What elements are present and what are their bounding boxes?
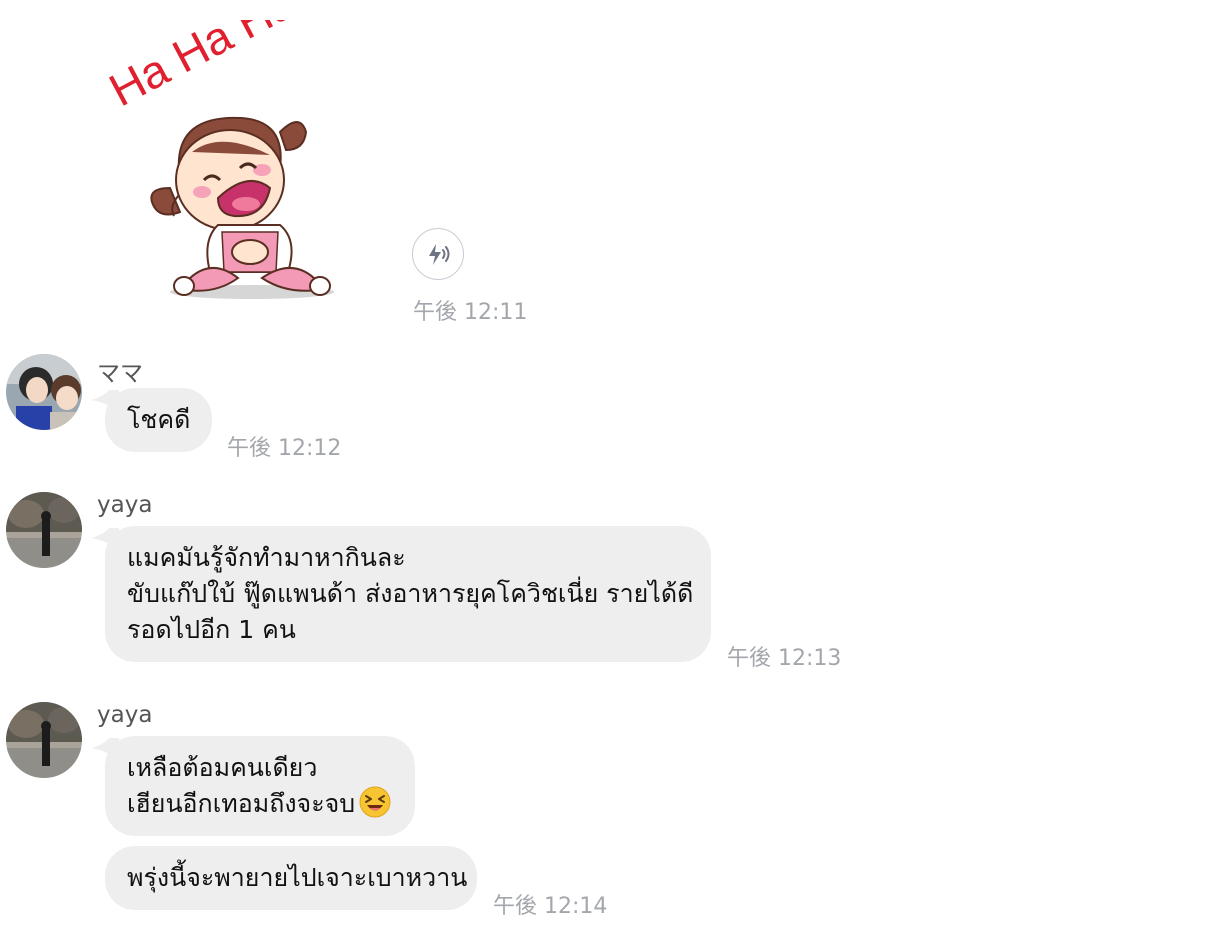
message-timestamp: 午後 12:12 xyxy=(227,436,342,461)
sticker-image: Ha Ha Ha xyxy=(101,20,334,299)
avatar[interactable] xyxy=(6,702,82,778)
sound-lightning-icon xyxy=(429,244,450,265)
message-text: แมคมันรู้จักทำมาหากินละ xyxy=(127,543,406,572)
message-text: เฮียนอีกเทอมถึงจะจบ xyxy=(127,789,356,818)
message-timestamp: 午後 12:11 xyxy=(413,300,528,325)
bubble-tail xyxy=(91,738,119,760)
sender-name: ママ xyxy=(97,361,143,387)
sender-name: yaya xyxy=(97,702,153,728)
message-text: ขับแก๊ปใบ้ ฟู๊ดแพนด้า ส่งอาหารยุคโควิชเน… xyxy=(127,579,694,608)
sender-name: yaya xyxy=(97,492,153,518)
message-text: เหลือต้อมคนเดียว xyxy=(127,753,318,782)
avatar[interactable] xyxy=(6,492,82,568)
avatar-yaya xyxy=(6,702,82,778)
avatar-yaya xyxy=(6,492,82,568)
message-bubble[interactable]: เหลือต้อมคนเดียว เฮียนอีกเทอมถึงจะจบ xyxy=(91,736,415,836)
laughing-emoji-icon xyxy=(359,786,391,818)
sticker-sound-button[interactable] xyxy=(412,228,464,280)
sticker-caption: Ha Ha Ha xyxy=(101,20,304,116)
message-text: รอดไปอีก 1 คน xyxy=(127,615,296,644)
message-timestamp: 午後 12:14 xyxy=(493,894,608,919)
bubble-tail xyxy=(91,390,119,412)
message-bubble[interactable]: โชคดี xyxy=(91,388,212,452)
message-text-line: เฮียนอีกเทอมถึงจะจบ xyxy=(127,786,393,822)
laughing-girl-sticker[interactable]: Ha Ha Ha xyxy=(100,20,390,310)
message-text: พรุ่งนี้จะพายายไปเจาะเบาหวาน xyxy=(127,863,468,892)
avatar[interactable] xyxy=(6,354,82,430)
message-text: โชคดี xyxy=(127,405,191,434)
avatar-mama xyxy=(6,354,82,430)
message-timestamp: 午後 12:13 xyxy=(727,646,842,671)
message-bubble[interactable]: พรุ่งนี้จะพายายไปเจาะเบาหวาน xyxy=(105,846,477,910)
bubble-tail xyxy=(91,528,119,550)
message-bubble[interactable]: แมคมันรู้จักทำมาหากินละ ขับแก๊ปใบ้ ฟู๊ดแ… xyxy=(91,526,711,662)
